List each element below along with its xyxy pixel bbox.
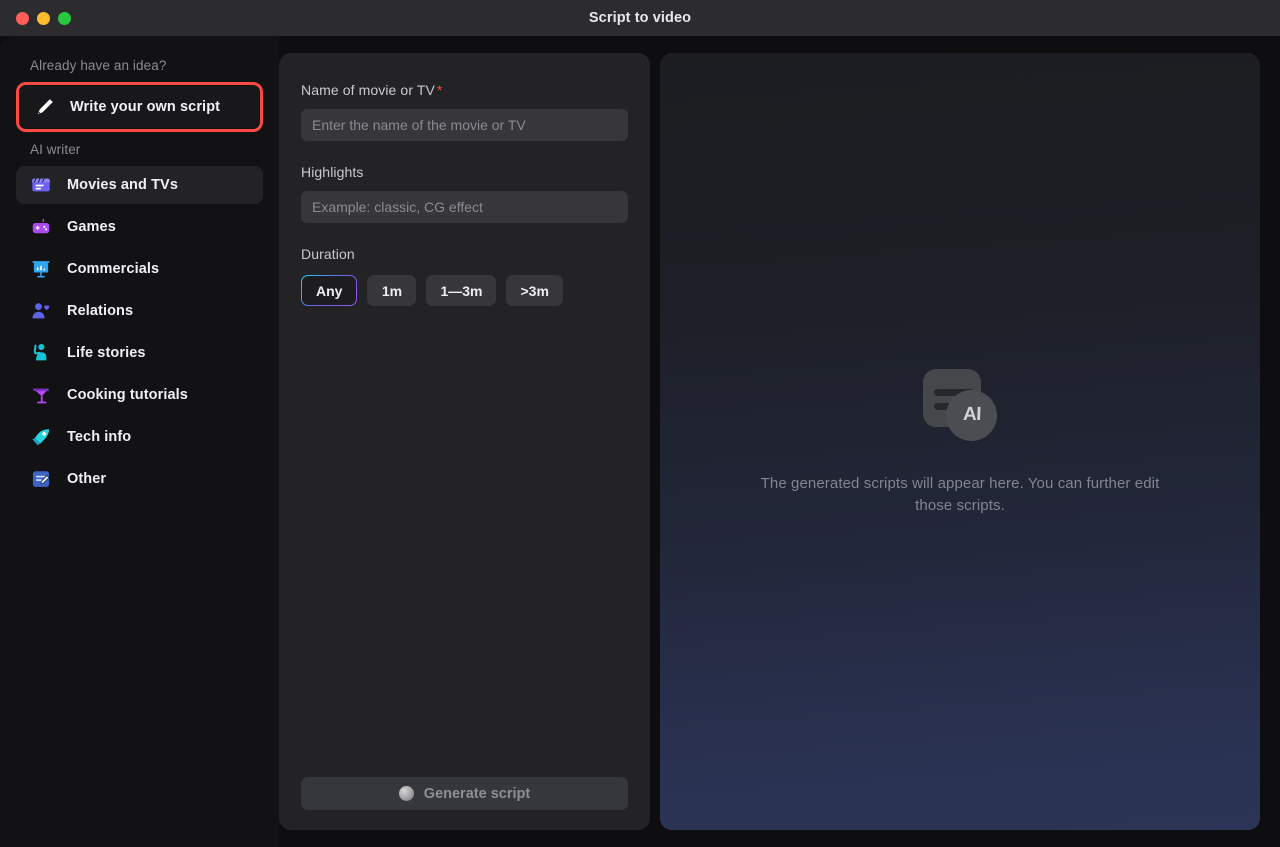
required-asterisk: * (436, 82, 443, 98)
note-edit-icon (30, 468, 52, 490)
preview-empty-hint: The generated scripts will appear here. … (760, 474, 1160, 514)
script-form-card: Name of movie or TV* Highlights Duration… (279, 53, 650, 830)
ai-document-icon: AI (917, 367, 1003, 441)
sidebar-item-label: Other (67, 471, 107, 487)
pencil-icon (34, 96, 56, 118)
sidebar-ai-writer-heading: AI writer (30, 142, 81, 157)
window-title: Script to video (588, 10, 692, 26)
sidebar-item-label: Movies and TVs (67, 177, 178, 193)
duration-option-any[interactable]: Any (301, 275, 357, 306)
name-field-label-text: Name of movie or TV (301, 82, 435, 98)
movie-name-input[interactable] (301, 109, 628, 141)
sidebar-item-other[interactable]: Other (16, 460, 263, 498)
minimize-window-button[interactable] (37, 11, 50, 25)
generate-script-label: Generate script (423, 785, 531, 802)
sphere-icon (398, 786, 414, 801)
ai-circle-badge: AI (946, 389, 997, 441)
traffic-light-group (16, 0, 71, 36)
cocktail-icon (30, 384, 52, 406)
duration-field-label: Duration (301, 246, 355, 262)
presentation-icon (30, 258, 52, 280)
write-own-script-annotation-wrapper: Write your own script (16, 82, 263, 132)
title-bar: Script to video (0, 0, 1280, 36)
sidebar-item-label: Cooking tutorials (67, 387, 188, 403)
zoom-window-button[interactable] (58, 11, 71, 25)
sidebar-item-label: Commercials (67, 261, 160, 277)
ai-badge-label: AI (962, 404, 981, 425)
write-own-script-button[interactable]: Write your own script (20, 86, 259, 128)
sidebar-item-movies-and-tvs[interactable]: Movies and TVs (16, 166, 263, 204)
form-spacer (301, 306, 628, 777)
sidebar-item-cooking-tutorials[interactable]: Cooking tutorials (16, 376, 263, 414)
app-body: Already have an idea? Write your own scr… (0, 36, 1280, 847)
sidebar-item-label: Games (67, 219, 116, 235)
close-window-button[interactable] (16, 11, 29, 25)
sidebar-item-commercials[interactable]: Commercials (16, 250, 263, 288)
sidebar-item-label: Relations (67, 303, 134, 319)
duration-option-1-3m[interactable]: 1—3m (426, 275, 497, 306)
gamepad-icon (30, 216, 52, 238)
duration-option-1m[interactable]: 1m (367, 275, 417, 306)
generate-script-button[interactable]: Generate script (301, 777, 628, 810)
write-own-script-label: Write your own script (70, 99, 221, 115)
sidebar: Already have an idea? Write your own scr… (0, 36, 279, 847)
app-window: Script to video Already have an idea? Wr… (0, 0, 1280, 847)
preview-column: AI The generated scripts will appear her… (650, 36, 1280, 847)
sidebar-idea-heading: Already have an idea? (30, 58, 167, 73)
sidebar-item-tech-info[interactable]: Tech info (16, 418, 263, 456)
person-heart-icon (30, 300, 52, 322)
person-wave-icon (30, 342, 52, 364)
script-preview-panel: AI The generated scripts will appear her… (660, 53, 1260, 830)
form-column: Name of movie or TV* Highlights Duration… (279, 36, 650, 847)
name-field-label: Name of movie or TV * (301, 82, 628, 98)
rocket-icon (30, 426, 52, 448)
sidebar-item-relations[interactable]: Relations (16, 292, 263, 330)
sidebar-item-label: Life stories (67, 345, 146, 361)
highlights-field-label: Highlights (301, 164, 364, 180)
sidebar-item-label: Tech info (67, 429, 132, 445)
sidebar-nav-list: Movies and TVs Games Commercials Relatio… (16, 166, 263, 498)
duration-option-group: Any 1m 1—3m >3m (301, 275, 628, 306)
duration-option-gt3m[interactable]: >3m (506, 275, 563, 306)
sidebar-item-life-stories[interactable]: Life stories (16, 334, 263, 372)
clapperboard-icon (30, 174, 52, 196)
highlights-input[interactable] (301, 191, 628, 223)
sidebar-item-games[interactable]: Games (16, 208, 263, 246)
